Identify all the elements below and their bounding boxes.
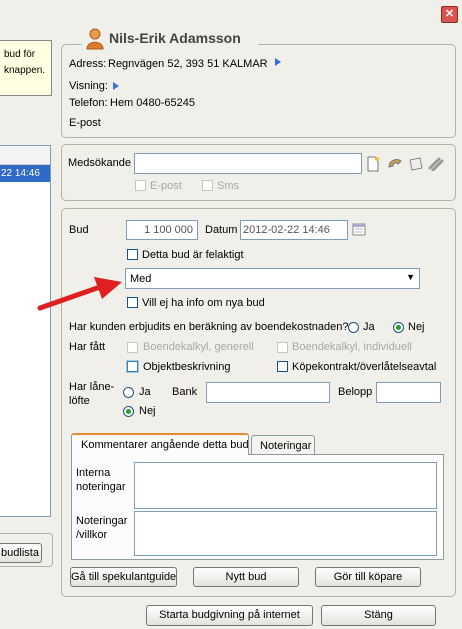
datum-input[interactable]: 2012-02-22 14:46 (240, 220, 348, 240)
tab-comments[interactable]: Kommentarer angående detta bud (71, 433, 249, 455)
internal-notes-textarea[interactable] (134, 462, 437, 509)
email-label: E-post (69, 117, 101, 129)
housing-ja-label: Ja (363, 321, 375, 333)
loan-label-line2: löfte (69, 395, 90, 407)
card-icon[interactable] (408, 157, 424, 171)
loan-label-line1: Har låne- (69, 381, 115, 393)
tab-notes[interactable]: Noteringar (251, 435, 315, 455)
no-info-checkbox[interactable] (127, 297, 138, 308)
bid-list-selected-row[interactable]: 22 14:46 (0, 165, 50, 182)
co-email-label: E-post (150, 180, 182, 192)
new-bid-button[interactable]: Nytt bud (193, 567, 299, 587)
contact-header: Nils-Erik Adamsson (82, 27, 258, 51)
bud-input[interactable]: 1 100 000 (126, 220, 198, 240)
link-icon[interactable] (428, 157, 444, 171)
speculant-guide-button[interactable]: Gå till spekulantguide (70, 567, 177, 587)
tab-notes-label: Noteringar (260, 440, 312, 452)
phone-icon[interactable] (387, 157, 403, 171)
calendar-icon[interactable] (352, 222, 368, 238)
phone-label: Telefon: (69, 97, 108, 109)
bid-status-dropdown[interactable]: Med ▼ (125, 268, 420, 289)
tip-line-1: bud för (4, 49, 36, 60)
chevron-down-icon: ▼ (406, 272, 415, 282)
red-arrow-annotation (37, 277, 122, 311)
internal-notes-label-2: noteringar (76, 481, 126, 493)
contact-name: Nils-Erik Adamsson (109, 30, 241, 46)
kopekontrakt-checkbox[interactable] (277, 361, 288, 372)
boendekalkyl-generell-label: Boendekalkyl, generell (143, 341, 254, 353)
loan-ja-label: Ja (139, 386, 151, 398)
co-email-checkbox[interactable] (135, 180, 146, 191)
address-value: Regnvägen 52, 393 51 KALMAR (108, 58, 268, 70)
bid-list[interactable]: 22 14:46 (0, 145, 51, 517)
kopekontrakt-label: Köpekontrakt/överlåtelseavtal (292, 361, 437, 373)
close-window-button[interactable]: ✕ (441, 6, 458, 23)
no-info-label: Vill ej ha info om nya bud (142, 297, 265, 309)
address-arrow-icon[interactable] (275, 58, 281, 66)
housing-nej-label: Nej (408, 321, 425, 333)
bud-label: Bud (69, 224, 89, 236)
co-sms-label: Sms (217, 180, 239, 192)
boendekalkyl-individuell-label: Boendekalkyl, individuell (292, 341, 412, 353)
visning-label: Visning: (69, 80, 108, 92)
bank-label: Bank (172, 386, 198, 398)
datum-label: Datum (205, 224, 238, 236)
make-buyer-button[interactable]: Gör till köpare (315, 567, 421, 587)
loan-ja-radio[interactable] (123, 387, 134, 398)
loan-nej-label: Nej (139, 405, 156, 417)
objektbeskrivning-checkbox[interactable] (127, 361, 138, 372)
housing-nej-radio[interactable] (393, 322, 404, 333)
bank-input[interactable] (206, 382, 330, 403)
objektbeskrivning-label: Objektbeskrivning (143, 361, 231, 373)
conditions-label-2: /villkor (76, 529, 108, 541)
conditions-label-1: Noteringar (76, 515, 128, 527)
address-label: Adress: (69, 58, 107, 70)
belopp-label: Belopp (338, 386, 373, 398)
loan-nej-radio[interactable] (123, 406, 134, 417)
dropdown-value: Med (130, 273, 152, 285)
co-applicant-input[interactable] (134, 153, 362, 174)
incorrect-bid-label: Detta bud är felaktigt (142, 249, 244, 261)
co-sms-checkbox[interactable] (202, 180, 213, 191)
incorrect-bid-checkbox[interactable] (127, 249, 138, 260)
housing-question: Har kunden erbjudits en beräkning av boe… (69, 321, 349, 333)
har-fatt-label: Har fått (69, 341, 106, 353)
boendekalkyl-individuell-checkbox[interactable] (277, 342, 288, 353)
start-internet-bidding-button[interactable]: Starta budgivning på internet (146, 605, 313, 626)
conditions-textarea[interactable] (134, 511, 437, 556)
new-document-icon[interactable] (366, 156, 380, 172)
boendekalkyl-generell-checkbox[interactable] (127, 342, 138, 353)
title-bar (0, 0, 462, 28)
person-icon (86, 28, 104, 50)
housing-ja-radio[interactable] (348, 322, 359, 333)
co-applicant-label: Medsökande (68, 157, 131, 169)
tip-line-2: knappen. (4, 65, 46, 76)
budlista-button[interactable]: budlista (0, 543, 42, 563)
bid-list-header (0, 146, 50, 165)
left-info-tip: bud för knappen. (0, 40, 52, 96)
visning-arrow-icon[interactable] (113, 82, 119, 90)
internal-notes-label-1: Interna (76, 467, 111, 479)
phone-value: Hem 0480-65245 (110, 97, 196, 109)
tab-comments-label: Kommentarer angående detta bud (81, 439, 249, 451)
close-button[interactable]: Stäng (321, 605, 436, 626)
belopp-input[interactable] (376, 382, 441, 403)
